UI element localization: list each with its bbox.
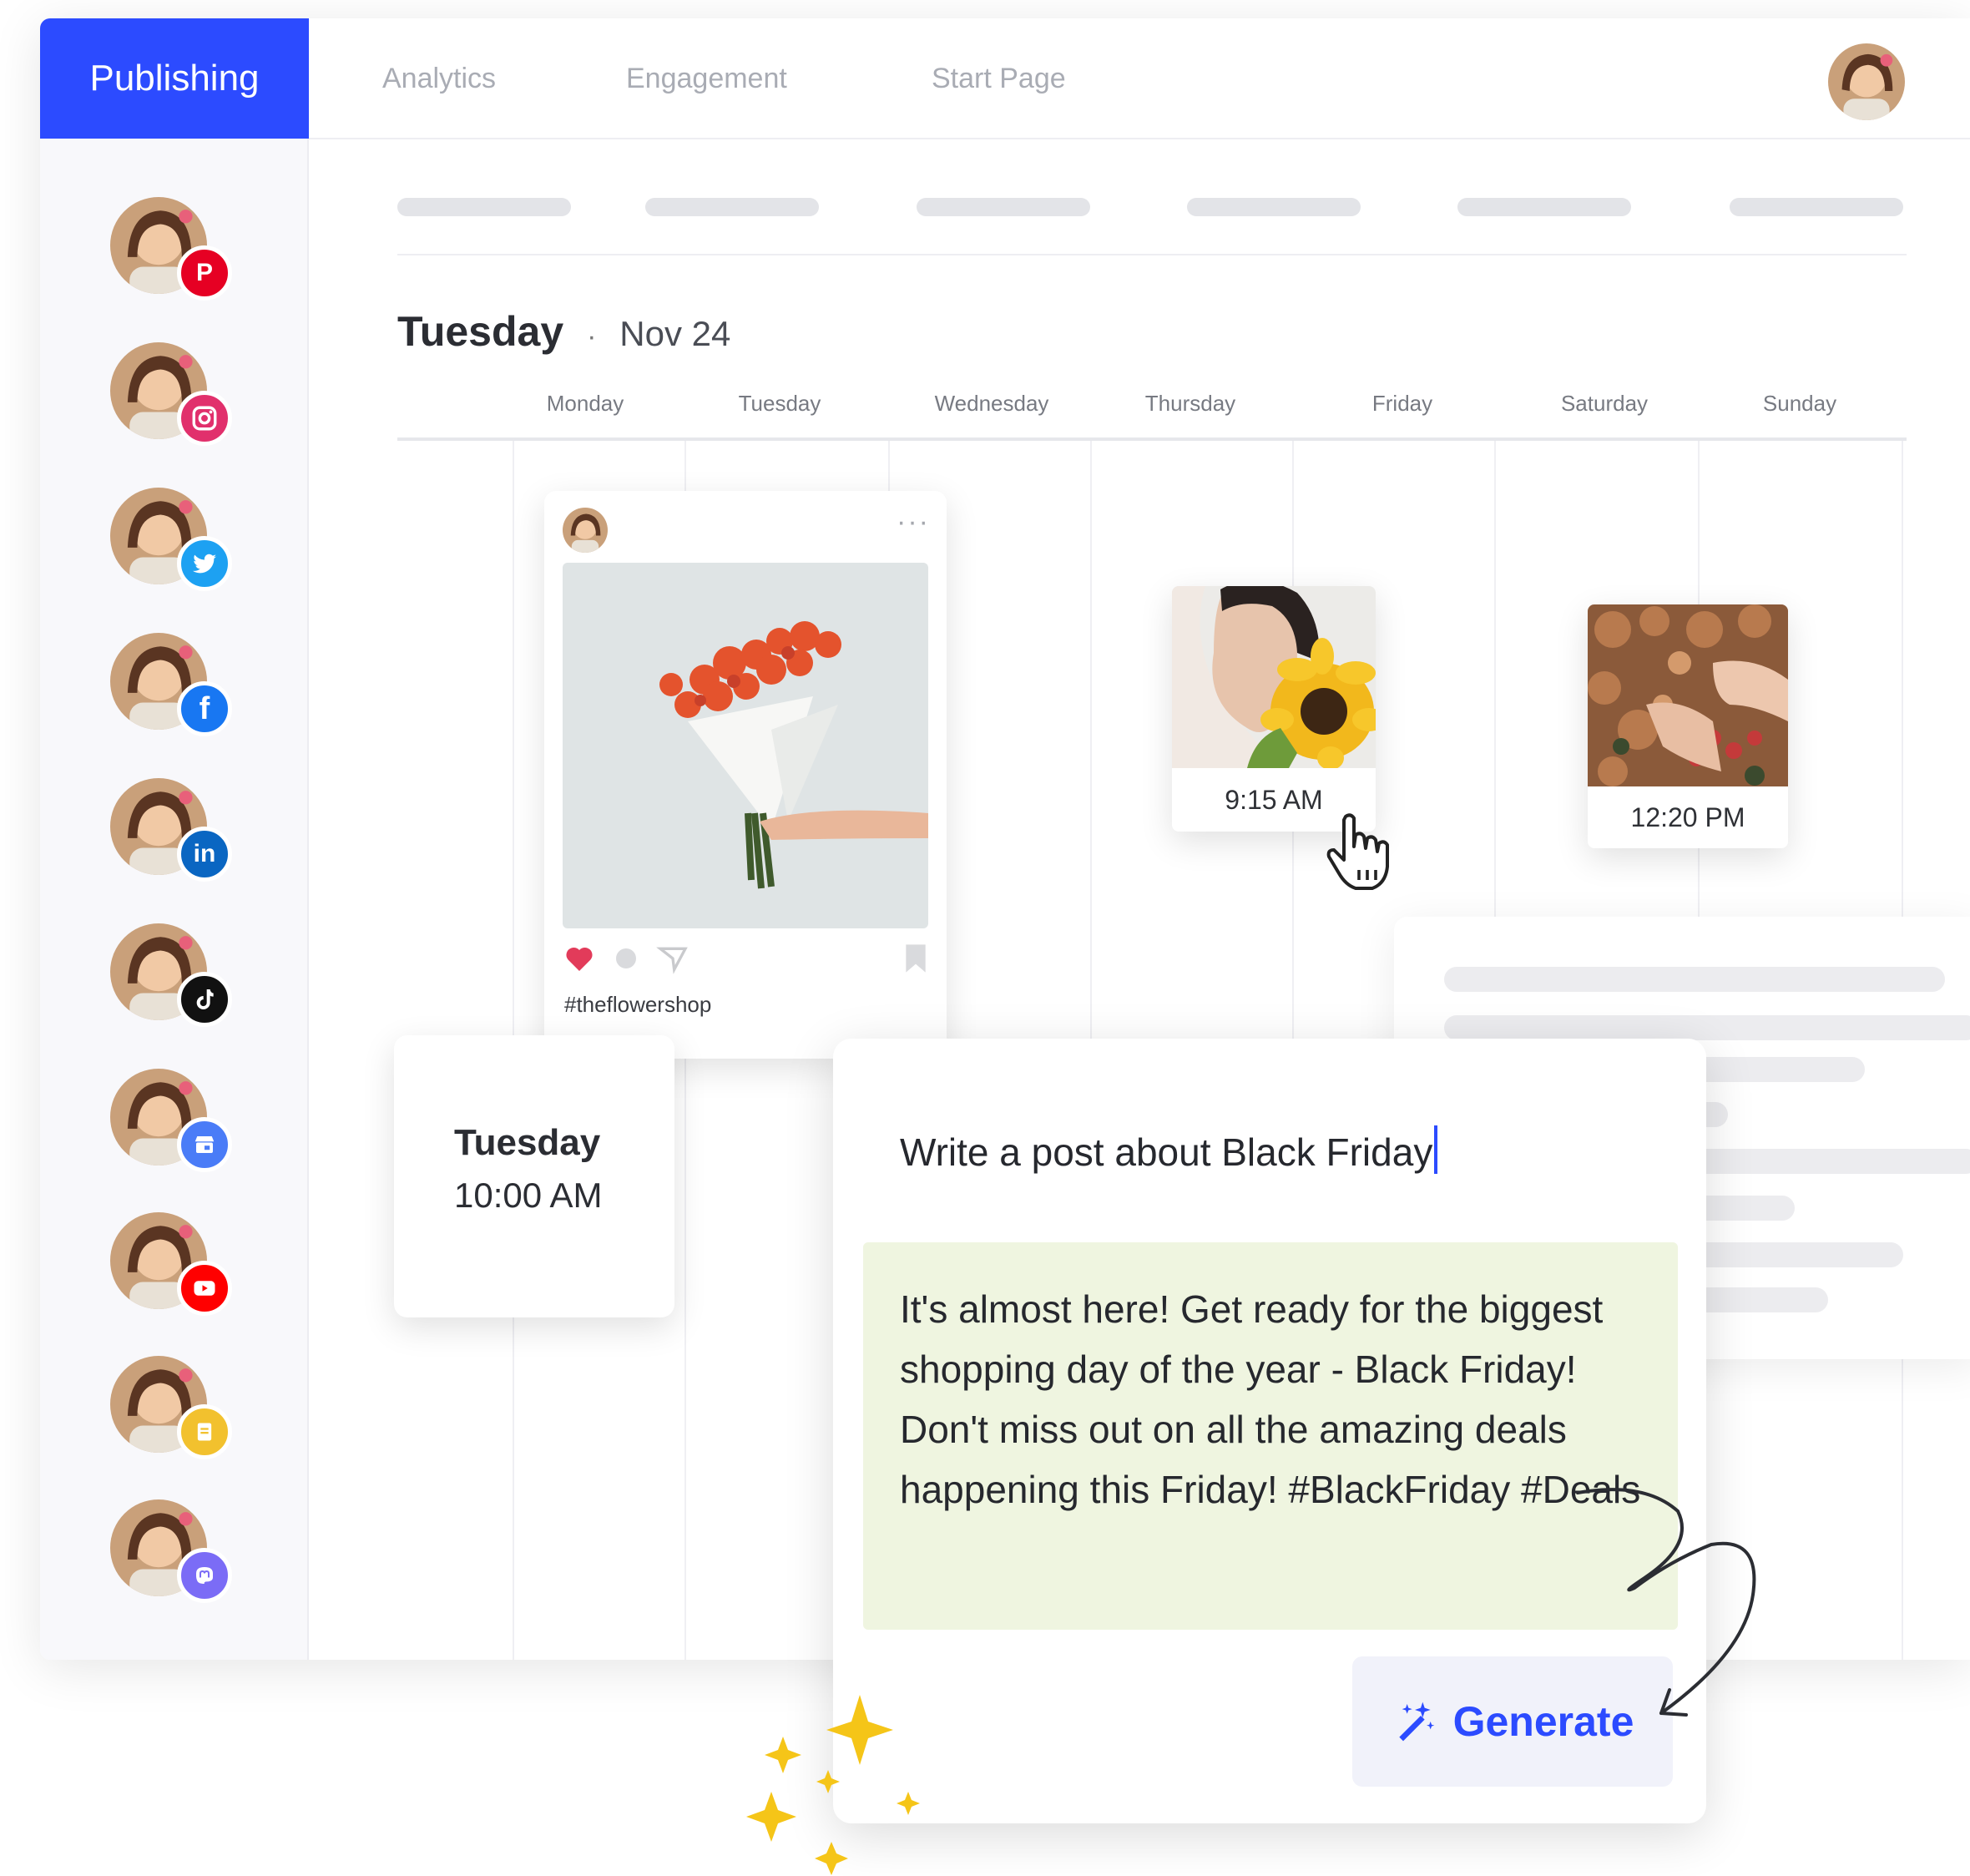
account-tiktok[interactable]	[110, 923, 232, 1027]
tab-engagement[interactable]: Engagement	[626, 18, 787, 139]
weekday-tuesday: Tuesday	[738, 391, 821, 416]
schedule-day-label: Tuesday	[454, 1122, 601, 1163]
sparkles-icon	[746, 1695, 920, 1875]
sunflower-portrait-image-icon	[1172, 586, 1376, 770]
weekday-wednesday: Wednesday	[934, 391, 1049, 416]
share-icon[interactable]	[656, 942, 690, 975]
calendar-day-heading: Tuesday · Nov 24	[397, 307, 730, 356]
post-image	[563, 563, 928, 928]
tab-analytics[interactable]: Analytics	[382, 18, 496, 139]
calendar-date-label: Nov 24	[619, 314, 731, 353]
account-linkedin[interactable]: in	[110, 778, 232, 882]
filter-placeholder	[397, 198, 571, 216]
weekday-thursday: Thursday	[1144, 391, 1236, 416]
tab-analytics-label: Analytics	[382, 62, 497, 94]
weekday-monday: Monday	[546, 391, 624, 416]
text-placeholder	[1444, 967, 1945, 992]
account-twitter[interactable]	[110, 488, 232, 591]
account-google-business[interactable]	[110, 1069, 232, 1172]
weekday-friday: Friday	[1371, 391, 1433, 416]
topbar-divider	[309, 138, 1970, 139]
google-business-icon	[177, 1117, 232, 1172]
post-preview-card[interactable]: ··· #theflowershop	[544, 491, 947, 1059]
account-mastodon[interactable]	[110, 1499, 232, 1603]
bookmark-icon[interactable]	[902, 942, 930, 975]
ai-output-box[interactable]: It's almost here! Get ready for the bigg…	[863, 1242, 1678, 1630]
filter-placeholder	[1730, 198, 1903, 216]
twitter-icon	[177, 536, 232, 591]
instagram-icon	[177, 391, 232, 446]
filter-placeholder	[917, 198, 1090, 216]
mastodon-icon	[177, 1548, 232, 1603]
schedule-time-card[interactable]: Tuesday 10:00 AM	[394, 1035, 674, 1317]
ai-output-text: It's almost here! Get ready for the bigg…	[900, 1287, 1641, 1511]
avatar-photo-icon	[1828, 43, 1905, 120]
scheduled-post-thursday[interactable]: 9:15 AM	[1172, 586, 1376, 832]
facebook-icon: f	[177, 681, 232, 736]
comment-icon[interactable]	[611, 943, 641, 973]
ai-prompt-input[interactable]: Write a post about Black Friday	[900, 1125, 1438, 1175]
post-hashtag: #theflowershop	[564, 992, 712, 1017]
heart-icon[interactable]	[563, 942, 596, 975]
ai-prompt-text: Write a post about Black Friday	[900, 1130, 1433, 1174]
tab-engagement-label: Engagement	[626, 62, 787, 94]
weekday-divider	[397, 437, 1907, 441]
account-youtube[interactable]	[110, 1212, 232, 1316]
tiktok-icon	[177, 972, 232, 1027]
calendar-separator: ·	[587, 321, 597, 352]
startpage-icon	[177, 1404, 232, 1459]
account-facebook[interactable]: f	[110, 633, 232, 736]
curly-arrow-icon	[1576, 1488, 1756, 1717]
text-placeholder	[1444, 1015, 1970, 1040]
text-caret	[1434, 1125, 1438, 1174]
tab-start-page[interactable]: Start Page	[932, 18, 1066, 139]
flower-bouquet-image-icon	[563, 563, 928, 928]
magic-wand-icon	[1398, 1702, 1434, 1742]
user-avatar[interactable]	[1828, 43, 1905, 120]
dried-flowers-image-icon	[1588, 604, 1788, 786]
linkedin-icon: in	[177, 827, 232, 882]
scheduled-time-label: 12:20 PM	[1630, 801, 1745, 832]
hand-pointer-cursor-icon	[1322, 810, 1402, 893]
schedule-time-label: 10:00 AM	[454, 1176, 603, 1215]
filter-divider	[397, 254, 1907, 255]
scheduled-post-saturday[interactable]: 12:20 PM	[1588, 604, 1788, 848]
post-author-avatar	[563, 508, 608, 553]
tab-publishing-label: Publishing	[89, 58, 260, 99]
weekday-sunday: Sunday	[1762, 391, 1837, 416]
youtube-icon	[177, 1261, 232, 1316]
account-pinterest[interactable]: P	[110, 197, 232, 301]
weekday-saturday: Saturday	[1560, 391, 1649, 416]
filter-placeholder	[1187, 198, 1361, 216]
filter-placeholder	[645, 198, 819, 216]
avatar-photo-icon	[563, 508, 608, 553]
account-startpage[interactable]	[110, 1356, 232, 1459]
calendar-day-label: Tuesday	[397, 308, 564, 355]
more-options-icon[interactable]: ···	[897, 506, 930, 539]
pinterest-icon: P	[177, 245, 232, 301]
tab-publishing[interactable]: Publishing	[40, 18, 309, 139]
account-instagram[interactable]	[110, 342, 232, 446]
tab-start-page-label: Start Page	[932, 62, 1066, 94]
filter-placeholder	[1457, 198, 1631, 216]
